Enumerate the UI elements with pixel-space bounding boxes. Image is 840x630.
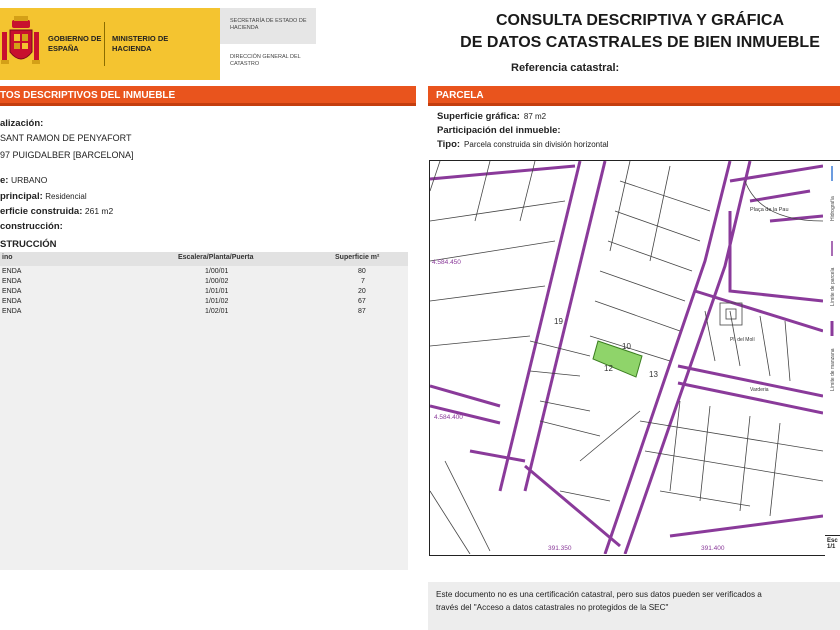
direccion-label: DIRECCIÓN GENERAL DEL CATASTRO	[230, 54, 301, 67]
parcel-number-10: 10	[622, 342, 631, 351]
header-destino: ino	[2, 254, 13, 261]
legend-hidrografia: Hidrografía	[830, 196, 836, 221]
government-logo: GOBIERNO DE ESPAÑA MINISTERIO DE HACIEND…	[0, 8, 220, 80]
address-line-2: 97 PUIGDALBER [BARCELONA]	[0, 150, 134, 160]
street-varderia: Varderia	[750, 387, 769, 393]
title-line-2: DE DATOS CATASTRALES DE BIEN INMUEBLE	[460, 34, 820, 51]
title-line-1: CONSULTA DESCRIPTIVA Y GRÁFICA	[495, 12, 784, 29]
coord-top: 4.584.450	[432, 259, 461, 266]
header-superficie: Superficie m²	[335, 254, 380, 261]
disclaimer-note: Este documento no es una certificación c…	[428, 582, 840, 630]
table-row: ENDA 1/00/02 7	[2, 278, 365, 285]
scale-label: Esc 1/1	[825, 535, 840, 556]
parcel-number-12: 12	[604, 364, 613, 373]
table-row: ENDA 1/01/02 67	[2, 298, 366, 305]
construction-table: ino Escalera/Planta/Puerta Superficie m²…	[0, 252, 408, 570]
clase-label: e:	[0, 175, 9, 186]
superficie-label: erficie construida:	[0, 206, 83, 217]
agency-block: SECRETARÍA DE ESTADO DE HACIENDA DIRECCI…	[220, 8, 316, 80]
tipo-value: Parcela construida sin división horizont…	[464, 140, 609, 149]
construccion-title: STRUCCIÓN	[0, 239, 57, 250]
map-legend: Hidrografía Límite de parcela Límite de …	[824, 160, 840, 556]
table-header: ino Escalera/Planta/Puerta Superficie m²	[0, 252, 408, 266]
parcel-number-13: 13	[649, 370, 658, 379]
page-title: CONSULTA DESCRIPTIVA Y GRÁFICA DE DATOS …	[440, 10, 840, 54]
gobierno-label: GOBIERNO DE ESPAÑA	[48, 34, 102, 53]
uso-value: Residencial	[45, 192, 87, 201]
street-pl-moli: Pl. del Molí	[730, 337, 755, 343]
superficie-grafica-row: Superficie gráfica: 87 m2	[437, 111, 546, 122]
tipo-label: Tipo:	[437, 139, 461, 150]
tipo-row: Tipo: Parcela construida sin división hor…	[437, 139, 609, 150]
logo-divider	[104, 22, 105, 66]
secretaria-label: SECRETARÍA DE ESTADO DE HACIENDA	[220, 8, 316, 44]
legend-limite-manzana: Límite de manzana	[830, 348, 836, 391]
superficie-value: 261 m2	[84, 206, 114, 216]
cadastral-map-drawing: 19 10 12 13 4.584.450 4.584.400 391.350 …	[430, 161, 824, 555]
participacion-row: Participación del inmueble:	[437, 125, 561, 136]
street-plaza: Plaça de la Pau	[750, 207, 789, 213]
ministerio-label: MINISTERIO DE HACIENDA	[112, 34, 169, 53]
table-row: ENDA 1/01/01 20	[2, 288, 366, 295]
uso-label: principal:	[0, 191, 43, 202]
superficie-grafica-label: Superficie gráfica:	[437, 111, 520, 122]
address-line-1: SANT RAMON DE PENYAFORT	[0, 133, 132, 143]
descriptive-data-bar: TOS DESCRIPTIVOS DEL INMUEBLE	[0, 86, 416, 106]
superficie-row: erficie construida: 261 m2	[0, 206, 113, 217]
parcel-number-19: 19	[554, 317, 563, 326]
clase-value: URBANO	[10, 175, 48, 185]
superficie-grafica-value: 87 m2	[523, 112, 547, 121]
header-escalera: Escalera/Planta/Puerta	[178, 254, 254, 261]
ano-construccion-label: construcción:	[0, 221, 63, 232]
coord-bottom-left: 391.350	[548, 545, 572, 552]
note-line-1: Este documento no es una certificación c…	[436, 590, 762, 599]
uso-row: principal: Residencial	[0, 191, 87, 202]
cadastral-map[interactable]: 19 10 12 13 4.584.450 4.584.400 391.350 …	[429, 160, 825, 556]
legend-limite-parcela: Límite de parcela	[830, 267, 836, 306]
parcela-bar: PARCELA	[428, 86, 840, 106]
referencia-label: Referencia catastral:	[511, 62, 620, 74]
localizacion-label: alización:	[0, 118, 44, 129]
participacion-label: Participación del inmueble:	[437, 125, 561, 136]
table-row: ENDA 1/02/01 87	[2, 308, 366, 315]
coat-of-arms-icon	[1, 16, 40, 64]
table-row: ENDA 1/00/01 80	[2, 268, 366, 275]
coord-mid: 4.584.400	[434, 414, 463, 421]
note-line-2: través del "Acceso a datos catastrales n…	[436, 603, 669, 612]
coord-bottom-right: 391.400	[701, 545, 725, 552]
clase-row: e: URBANO	[0, 175, 47, 186]
legend-drawing: Hidrografía Límite de parcela Límite de …	[830, 166, 836, 391]
